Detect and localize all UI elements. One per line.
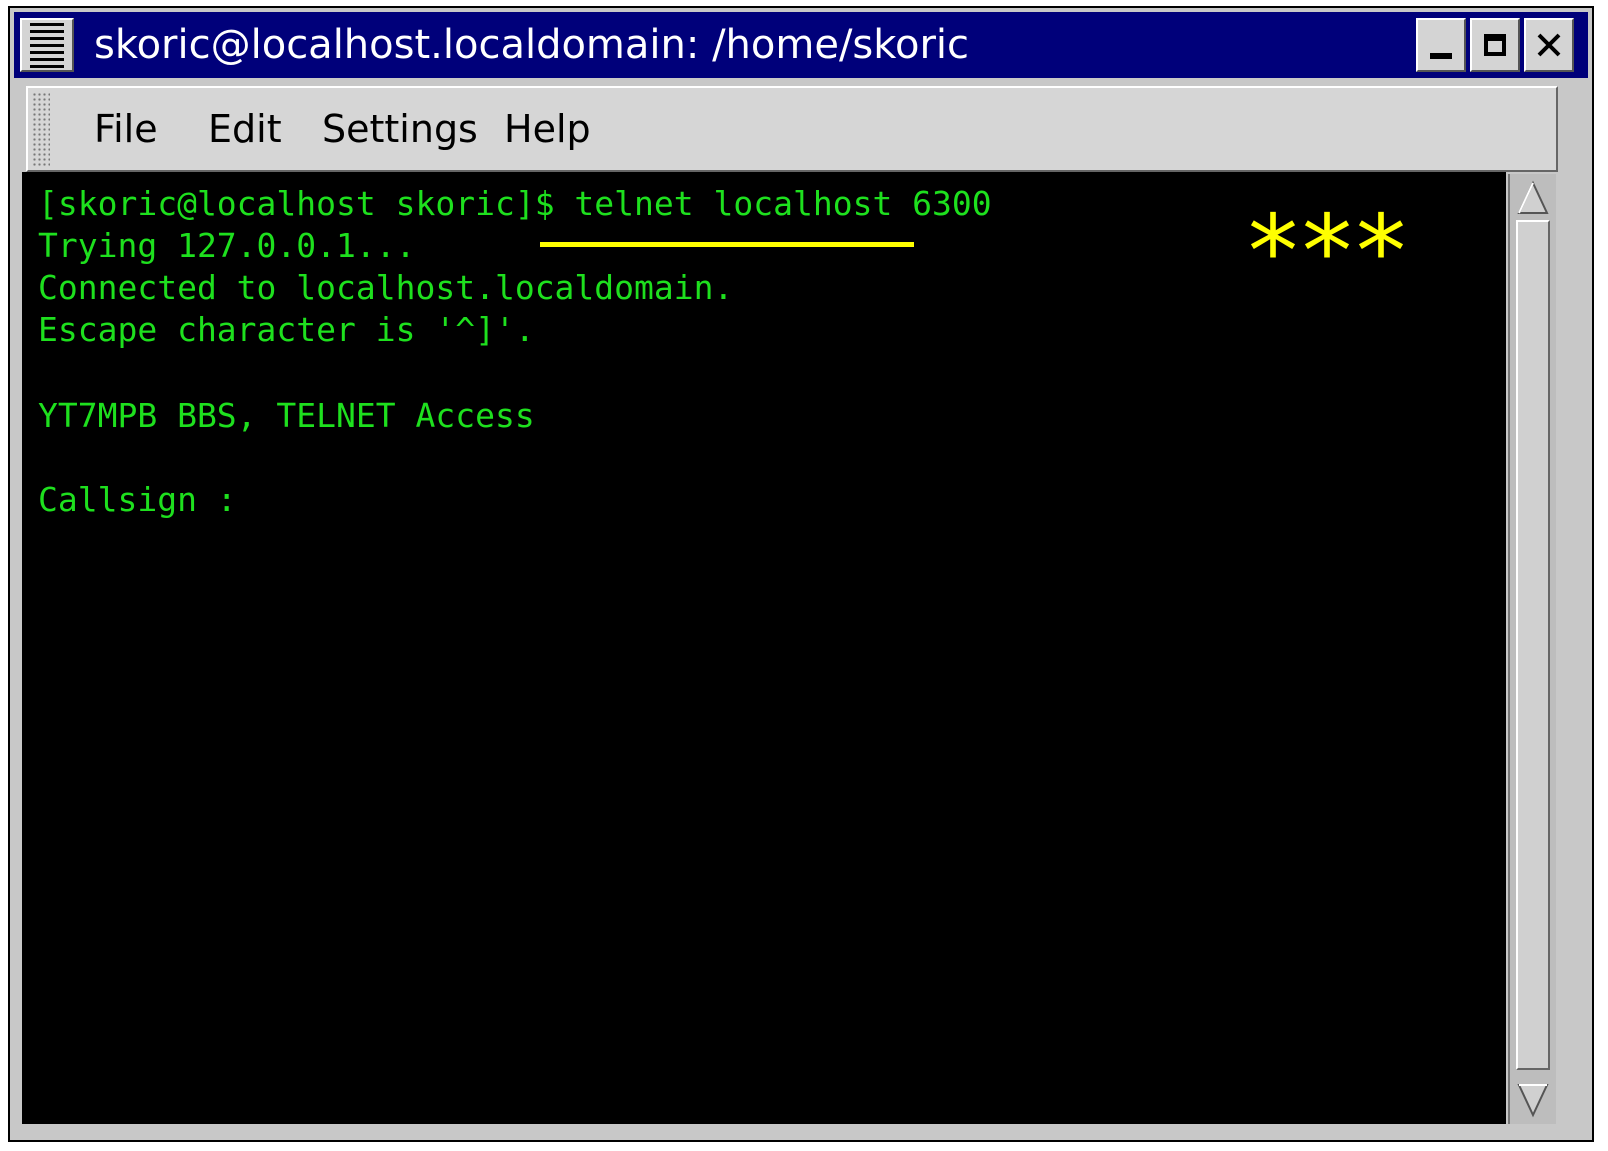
scrollbar-thumb[interactable] bbox=[1516, 220, 1550, 1070]
close-button[interactable] bbox=[1524, 18, 1574, 72]
scroll-up-arrow-icon[interactable] bbox=[1516, 180, 1550, 218]
menu-help[interactable]: Help bbox=[504, 106, 591, 152]
menu-bar: File Edit Settings Help bbox=[26, 86, 1558, 172]
terminal-line: Escape character is '^]'. bbox=[38, 310, 535, 349]
terminal-line: Trying 127.0.0.1... bbox=[38, 226, 416, 265]
terminal-line: Connected to localhost.localdomain. bbox=[38, 268, 734, 307]
window-menu-icon[interactable] bbox=[20, 18, 74, 72]
terminal-window: skoric@localhost.localdomain: /home/skor… bbox=[8, 6, 1594, 1142]
annotation-underline bbox=[540, 242, 914, 247]
menubar-grip-handle[interactable] bbox=[32, 92, 50, 166]
vertical-scrollbar[interactable] bbox=[1508, 174, 1556, 1124]
terminal-line: YT7MPB BBS, TELNET Access bbox=[38, 396, 535, 435]
terminal-line: [skoric@localhost skoric]$ telnet localh… bbox=[38, 184, 992, 223]
terminal-output[interactable]: [skoric@localhost skoric]$ telnet localh… bbox=[22, 172, 1506, 1124]
menu-settings[interactable]: Settings bbox=[322, 106, 478, 152]
title-bar[interactable]: skoric@localhost.localdomain: /home/skor… bbox=[14, 12, 1588, 78]
terminal-prompt: Callsign : bbox=[38, 480, 237, 519]
annotation-stars: *** bbox=[1248, 193, 1410, 310]
menu-edit[interactable]: Edit bbox=[208, 106, 282, 152]
window-title: skoric@localhost.localdomain: /home/skor… bbox=[94, 22, 970, 68]
menu-file[interactable]: File bbox=[94, 106, 158, 152]
maximize-icon bbox=[1484, 34, 1506, 56]
maximize-button[interactable] bbox=[1470, 18, 1520, 72]
close-icon bbox=[1537, 33, 1561, 57]
minimize-button[interactable] bbox=[1416, 18, 1466, 72]
scroll-down-arrow-icon[interactable] bbox=[1516, 1080, 1550, 1118]
minimize-icon bbox=[1430, 53, 1452, 59]
